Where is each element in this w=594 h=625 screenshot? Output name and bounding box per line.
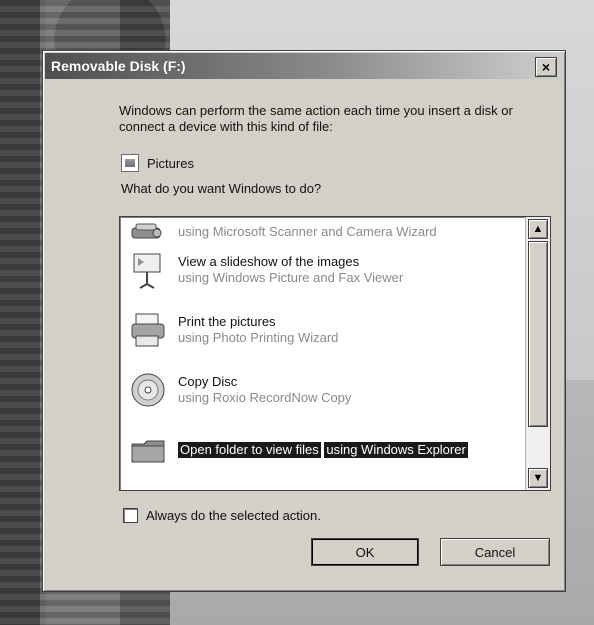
scroll-down-button[interactable]: ▼ (528, 468, 548, 488)
action-item-print[interactable]: Print the pictures using Photo Printing … (120, 301, 524, 359)
autoplay-description: Windows can perform the same action each… (119, 103, 513, 134)
ok-button[interactable]: OK (311, 538, 419, 566)
dialog-title: Removable Disk (F:) (51, 58, 186, 74)
always-action-checkbox[interactable] (123, 508, 138, 523)
printer-icon (126, 308, 170, 352)
action-item-copy-disc[interactable]: Copy Disc using Roxio RecordNow Copy (120, 361, 524, 419)
action-subtitle: using Roxio RecordNow Copy (178, 390, 352, 405)
cancel-button[interactable]: Cancel (440, 538, 550, 566)
actions-listbox[interactable]: using Microsoft Scanner and Camera Wizar… (119, 216, 551, 491)
projector-screen-icon (126, 248, 170, 292)
action-question: What do you want Windows to do? (121, 181, 322, 196)
action-subtitle: using Microsoft Scanner and Camera Wizar… (178, 224, 437, 239)
action-title: View a slideshow of the images (178, 254, 360, 269)
disc-icon (126, 368, 170, 412)
pictures-icon (121, 154, 139, 172)
action-title: Copy Disc (178, 374, 238, 389)
actions-scrollbar[interactable]: ▲ ▼ (525, 217, 550, 490)
close-button[interactable]: × (535, 57, 557, 77)
content-type-label: Pictures (147, 155, 194, 171)
actions-list: using Microsoft Scanner and Camera Wizar… (120, 217, 524, 490)
action-subtitle: using Windows Explorer (324, 442, 468, 458)
always-action-label: Always do the selected action. (146, 508, 321, 523)
action-title: Open folder to view files (178, 442, 321, 458)
autoplay-dialog: Removable Disk (F:) × Windows can perfor… (42, 50, 566, 592)
action-title: Print the pictures (178, 314, 276, 329)
always-action-row[interactable]: Always do the selected action. (123, 508, 321, 523)
content-type-row: Pictures (121, 154, 194, 172)
scroll-thumb[interactable] (528, 241, 548, 427)
scroll-up-button[interactable]: ▲ (528, 219, 548, 239)
scroll-up-icon: ▲ (532, 223, 544, 235)
action-subtitle: using Windows Picture and Fax Viewer (178, 270, 404, 285)
folder-icon (126, 428, 170, 472)
action-item-open-folder[interactable]: Open folder to view files using Windows … (120, 421, 524, 479)
action-subtitle: using Photo Printing Wizard (178, 330, 339, 345)
scroll-down-icon: ▼ (532, 472, 544, 484)
action-item-slideshow[interactable]: View a slideshow of the images using Win… (120, 241, 524, 299)
close-icon: × (541, 59, 551, 75)
title-bar[interactable]: Removable Disk (F:) × (45, 53, 563, 79)
